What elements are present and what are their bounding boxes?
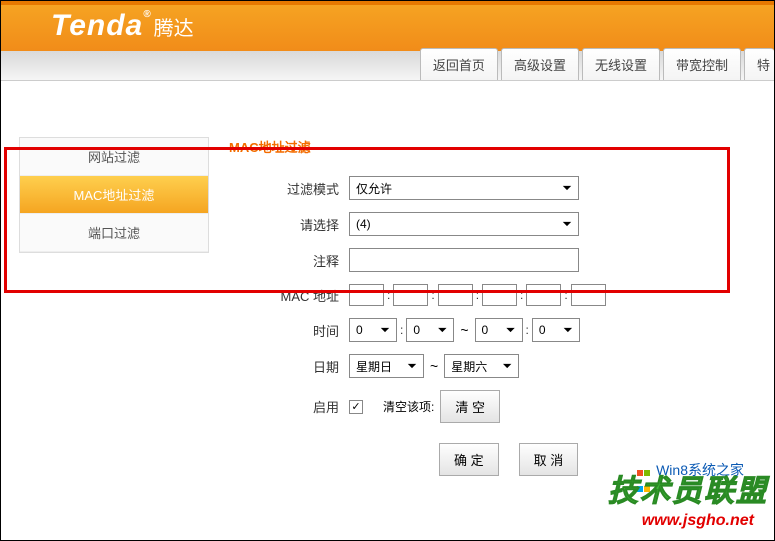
sidebar: 网站过滤 MAC地址过滤 端口过滤 [19,87,209,476]
main: 网站过滤 MAC地址过滤 端口过滤 MAC地址过滤 过滤模式 仅允许 请选择 (… [1,77,774,476]
chevron-down-icon [378,323,392,337]
label-enable: 启用 [229,397,349,416]
brand-cn: 腾达 [154,12,194,41]
select-time-from-h[interactable]: 0 [349,318,397,342]
mac-input-1[interactable] [349,284,384,306]
chevron-down-icon [500,359,514,373]
select-date-to[interactable]: 星期六 [444,354,519,378]
mac-input-3[interactable] [438,284,473,306]
nav-wireless[interactable]: 无线设置 [582,48,660,80]
chevron-down-icon [435,323,449,337]
brand-logo: Tenda® [51,9,152,43]
select-time-from-m[interactable]: 0 [406,318,454,342]
content: MAC地址过滤 过滤模式 仅允许 请选择 (4) 注释 MAC 地址 : : [209,87,774,476]
sidebar-item-website-filter[interactable]: 网站过滤 [20,138,208,176]
mac-input-5[interactable] [526,284,561,306]
mac-input-2[interactable] [393,284,428,306]
nav-bandwidth[interactable]: 带宽控制 [663,48,741,80]
label-mac: MAC 地址 [229,286,349,305]
section-title: MAC地址过滤 [229,137,774,156]
select-time-to-m[interactable]: 0 [532,318,580,342]
chevron-down-icon [561,323,575,337]
nav-home[interactable]: 返回首页 [420,48,498,80]
banner: Tenda® 腾达 [1,1,774,51]
label-date: 日期 [229,357,349,376]
chevron-down-icon [560,217,574,231]
label-please-select: 请选择 [229,215,349,234]
select-date-from[interactable]: 星期日 [349,354,424,378]
mac-inputs: : : : : : [349,284,606,306]
enable-checkbox[interactable]: ✓ [349,400,363,414]
chevron-down-icon [504,323,518,337]
watermark-union: 技术员联盟 [608,466,768,510]
select-filter-mode[interactable]: 仅允许 [349,176,579,200]
header: Tenda® 腾达 返回首页 高级设置 无线设置 带宽控制 特 [1,1,774,77]
sidebar-item-port-filter[interactable]: 端口过滤 [20,214,208,252]
mac-input-6[interactable] [571,284,606,306]
cancel-button[interactable]: 取 消 [519,443,579,476]
top-nav: 返回首页 高级设置 无线设置 带宽控制 特 [1,51,774,81]
clear-button[interactable]: 清 空 [440,390,500,423]
select-please-select[interactable]: (4) [349,212,579,236]
label-comment: 注释 [229,251,349,270]
label-filter-mode: 过滤模式 [229,179,349,198]
nav-advanced[interactable]: 高级设置 [501,48,579,80]
chevron-down-icon [405,359,419,373]
sidebar-item-mac-filter[interactable]: MAC地址过滤 [20,176,208,214]
select-time-to-h[interactable]: 0 [475,318,523,342]
comment-input[interactable] [349,248,579,272]
chevron-down-icon [560,181,574,195]
ok-button[interactable]: 确 定 [439,443,499,476]
nav-special[interactable]: 特 [744,48,774,80]
mac-input-4[interactable] [482,284,517,306]
watermark-url: www.jsgho.net [642,512,754,530]
label-time: 时间 [229,321,349,340]
label-clear: 清空该项: [383,398,434,415]
